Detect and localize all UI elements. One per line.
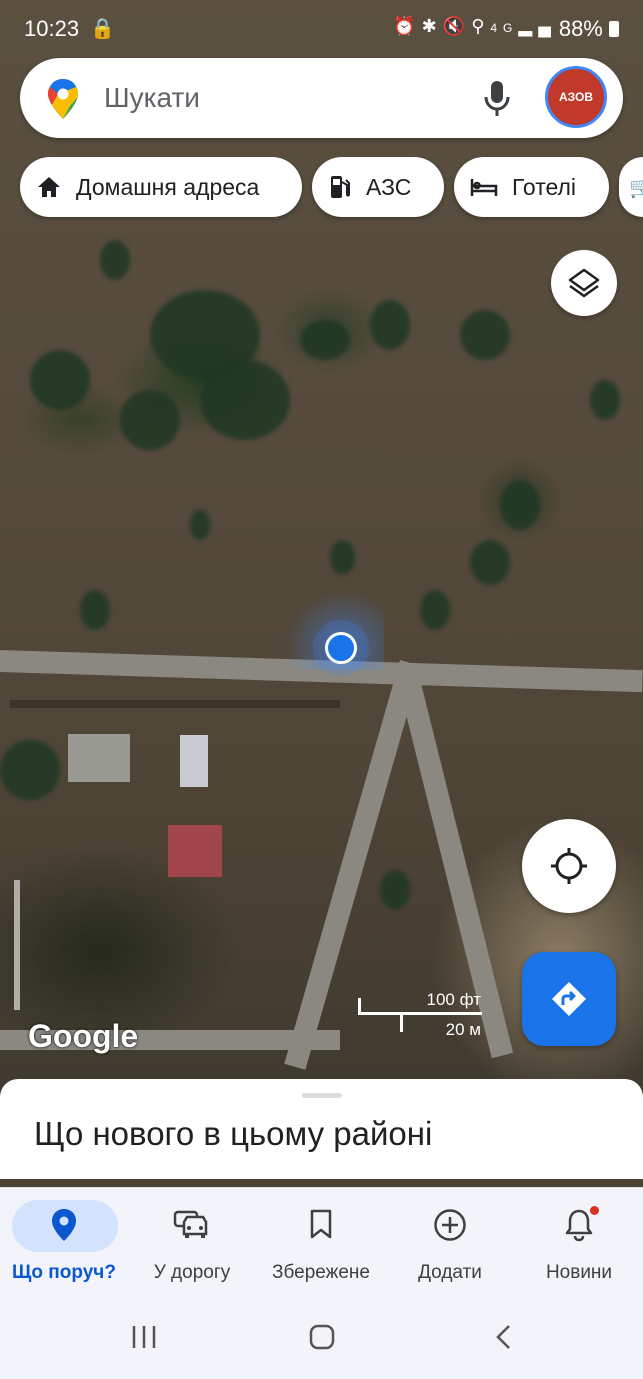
- recent-apps-icon[interactable]: [130, 1323, 158, 1351]
- nav-explore[interactable]: Що поруч?: [0, 1188, 128, 1300]
- map-tree: [420, 590, 450, 630]
- scale-line: [358, 1012, 482, 1015]
- system-navigation-bar: [0, 1299, 643, 1379]
- home-icon: [38, 177, 60, 197]
- map-tree: [100, 240, 130, 280]
- location-icon: ⚲: [471, 16, 491, 36]
- chip-gas-station-label: АЗС: [366, 173, 412, 200]
- scale-tick: [358, 998, 361, 1015]
- nav-commute[interactable]: У дорогу: [128, 1188, 256, 1300]
- map-building: [68, 734, 130, 782]
- bluetooth-icon: ✱: [421, 16, 443, 36]
- explore-sheet[interactable]: Що нового в цьому районі: [0, 1079, 643, 1179]
- directions-icon: [552, 982, 586, 1016]
- gas-station-icon: [331, 176, 350, 198]
- search-bar[interactable]: Шукати АЗОВ: [20, 58, 623, 138]
- my-location-dot[interactable]: [325, 632, 357, 664]
- battery-indicator: 88%: [559, 16, 619, 42]
- chip-home-label: Домашня адреса: [76, 173, 260, 200]
- scale-metric: 20 м: [445, 1020, 481, 1039]
- cart-icon: 🛒: [629, 176, 643, 199]
- nav-saved-label: Збережене: [272, 1262, 370, 1283]
- car-icon: [173, 1210, 208, 1238]
- map-tree: [30, 350, 90, 410]
- battery-icon: [609, 21, 619, 37]
- signal-icon: ▂▄: [518, 16, 557, 36]
- sheet-drag-handle[interactable]: [302, 1093, 342, 1098]
- layers-button[interactable]: [551, 250, 617, 316]
- status-icons: ⏰✱🔇⚲4G▂▄: [393, 16, 557, 37]
- map-tree: [0, 740, 60, 800]
- map-building: [180, 735, 208, 787]
- map-building-red-roof: [168, 825, 222, 877]
- back-icon[interactable]: [490, 1323, 518, 1351]
- chip-gas-station[interactable]: АЗС: [312, 157, 444, 217]
- map-fence: [10, 700, 340, 708]
- sheet-title: Що нового в цьому районі: [34, 1115, 433, 1152]
- google-attribution: Google: [28, 1018, 139, 1054]
- scale-imperial: 100 фт: [426, 990, 482, 1009]
- account-avatar[interactable]: АЗОВ: [545, 66, 607, 128]
- nav-contribute-label: Додати: [418, 1262, 482, 1283]
- bell-icon: [565, 1209, 593, 1242]
- chip-home[interactable]: Домашня адреса: [20, 157, 302, 217]
- chip-hotels-label: Готелі: [512, 173, 577, 200]
- my-location-button[interactable]: [522, 819, 616, 913]
- map-tree: [330, 540, 355, 575]
- nav-updates-label: Новини: [545, 1262, 613, 1283]
- nav-saved[interactable]: Збережене: [257, 1188, 385, 1300]
- chip-hotels[interactable]: Готелі: [454, 157, 609, 217]
- map-tree: [470, 540, 510, 585]
- google-maps-logo-icon: [48, 79, 78, 119]
- add-circle-icon: [434, 1209, 466, 1241]
- map-tree: [380, 870, 410, 910]
- bookmark-icon: [310, 1209, 332, 1239]
- map-scale: 100 фт 20 м: [358, 990, 483, 1042]
- map-tree: [80, 590, 110, 630]
- notification-dot: [590, 1206, 599, 1215]
- bottom-navigation: Що поруч? У дорогу Збережене Додати Нови…: [0, 1187, 643, 1300]
- map-tree: [200, 360, 290, 440]
- nav-contribute[interactable]: Додати: [386, 1188, 514, 1300]
- mute-icon: 🔇: [442, 16, 472, 36]
- home-button-icon[interactable]: [308, 1323, 336, 1351]
- 4g-icon: 4G: [490, 21, 519, 35]
- nav-explore-label: Що поруч?: [12, 1262, 116, 1283]
- nav-commute-label: У дорогу: [153, 1262, 231, 1283]
- scale-tick: [400, 1012, 403, 1032]
- nav-updates[interactable]: Новини: [515, 1188, 643, 1300]
- layers-icon: [568, 268, 600, 298]
- search-placeholder[interactable]: Шукати: [104, 82, 200, 114]
- microphone-icon[interactable]: [482, 78, 512, 118]
- alarm-icon: ⏰: [393, 16, 422, 36]
- lock-icon: 🔒: [90, 18, 115, 40]
- avatar-text: АЗОВ: [558, 90, 594, 104]
- map-tree: [120, 390, 180, 450]
- crosshair-icon: [551, 848, 587, 884]
- map-fence: [14, 880, 20, 1010]
- map-tree: [190, 510, 210, 540]
- map-tree: [300, 320, 350, 360]
- status-bar: 10:23 🔒 ⏰✱🔇⚲4G▂▄ 88%: [0, 0, 643, 58]
- battery-percent: 88%: [558, 16, 603, 41]
- directions-button[interactable]: [522, 952, 616, 1046]
- status-time: 10:23: [24, 16, 80, 41]
- hotel-icon: [470, 179, 498, 196]
- map-tree: [590, 380, 620, 420]
- map-tree: [500, 480, 540, 530]
- map-tree: [460, 310, 510, 360]
- place-pin-icon: [52, 1209, 76, 1241]
- map-tree: [370, 300, 410, 350]
